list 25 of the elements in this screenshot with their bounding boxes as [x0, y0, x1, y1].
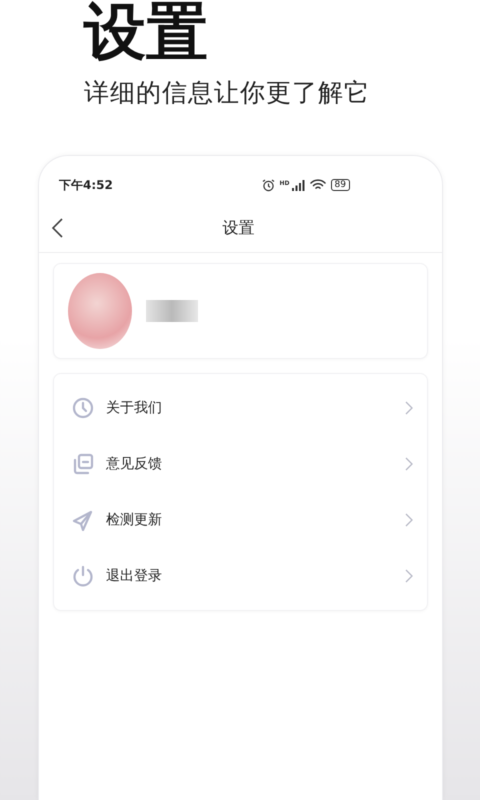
page-title: 设置	[222, 218, 256, 238]
menu-label: 退出登录	[106, 567, 163, 585]
menu-item[interactable]: 检测更新	[54, 492, 427, 548]
menu-label: 意见反馈	[106, 455, 163, 473]
menu-item[interactable]: 意见反馈	[54, 436, 427, 492]
menu-item[interactable]: 关于我们	[54, 380, 427, 436]
stacked-squares-icon	[72, 453, 94, 475]
menu-label: 关于我们	[106, 399, 163, 417]
wifi-icon	[310, 179, 326, 191]
alarm-clock-icon	[262, 178, 275, 192]
battery-level: 89	[330, 179, 350, 191]
status-time: 下午4:52	[59, 176, 114, 194]
power-icon	[72, 565, 94, 587]
promo-subtitle: 详细的信息让你更了解它	[84, 77, 371, 109]
paper-plane-icon	[72, 509, 94, 531]
chevron-right-icon	[405, 457, 413, 471]
clock-icon	[72, 397, 94, 419]
menu-item[interactable]: 退出登录	[54, 548, 427, 604]
chevron-right-icon	[405, 401, 413, 415]
chevron-right-icon	[405, 569, 413, 583]
promo-title: 设置	[84, 0, 209, 70]
chevron-right-icon	[405, 513, 413, 527]
back-icon[interactable]	[51, 218, 63, 238]
menu-label: 检测更新	[106, 511, 163, 529]
blurred-name-placeholder	[146, 300, 198, 322]
